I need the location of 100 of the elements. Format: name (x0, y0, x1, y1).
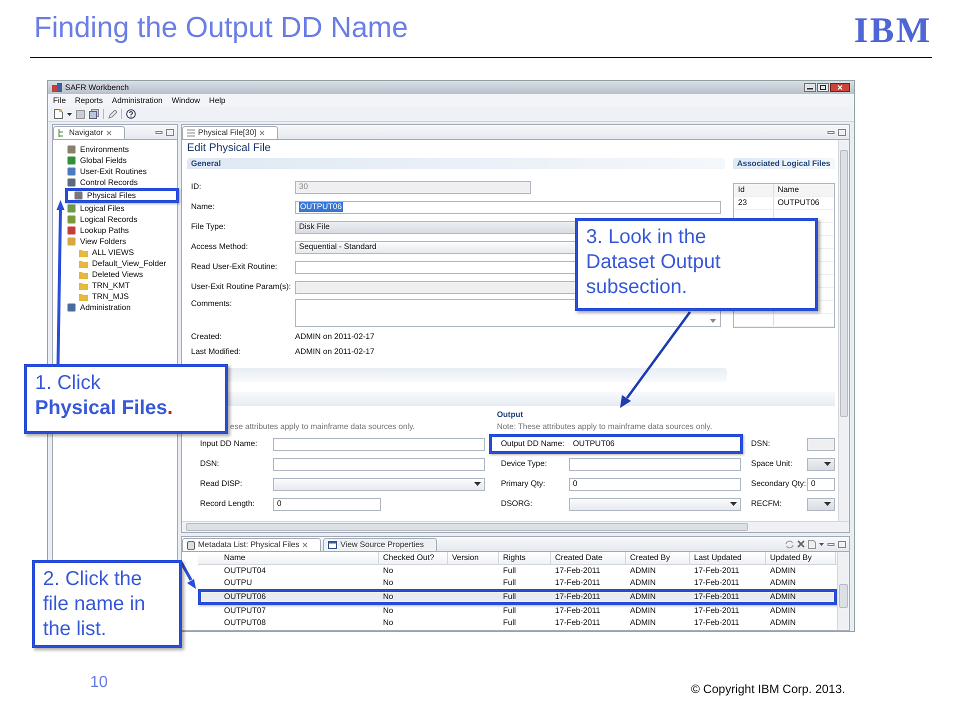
field-label: Device Type: (500, 459, 548, 469)
panel-tab[interactable]: Metadata List: Physical Files (182, 538, 322, 551)
table-row[interactable]: OUTPU No Full 17-Feb-2011 ADMIN 17-Feb-2011 ADMIN (198, 577, 837, 589)
column-header[interactable]: Id (734, 184, 774, 196)
database-icon (187, 540, 195, 550)
sync-icon[interactable] (785, 540, 794, 548)
new-file-icon[interactable] (54, 109, 63, 119)
maximize-icon[interactable] (817, 83, 829, 92)
input-field[interactable]: 0 (273, 498, 381, 510)
menu-item[interactable]: Help (209, 96, 226, 106)
callout-arrow (180, 561, 196, 589)
column-header[interactable]: Name (774, 184, 834, 196)
table-cell: 23 (734, 197, 774, 209)
field-label: Last Modified: (190, 346, 242, 356)
menu-item[interactable]: Administration (112, 96, 163, 106)
field-label: Read User-Exit Routine: (190, 262, 278, 272)
tree-icon (58, 129, 66, 137)
field-label: Name: (190, 202, 216, 212)
field-label: Access Method: (190, 242, 249, 252)
tree-item[interactable]: View Folders (67, 236, 181, 247)
field-label: Comments: (190, 299, 233, 309)
window-title: SAFR Workbench (65, 82, 129, 92)
field-label: File Type: (190, 222, 227, 232)
page-number: 10 (90, 674, 108, 692)
item-icon (67, 303, 76, 312)
column-header[interactable]: Version (448, 552, 499, 564)
field-label: User-Exit Routine Param(s): (190, 282, 292, 292)
section-header: General (187, 158, 725, 169)
callout-tooltip: 2. Click the file name in the list. (32, 560, 182, 648)
tree-item[interactable]: Administration (67, 302, 181, 313)
editor-tab[interactable]: Physical File[30] (182, 126, 278, 139)
tree-item[interactable]: Control Records (67, 177, 181, 188)
column-header[interactable]: Checked Out? (379, 552, 448, 564)
logo: IBM (854, 12, 932, 48)
dropdown-arrow-icon (824, 462, 831, 466)
input-field[interactable]: OUTPUT06 (295, 200, 721, 214)
column-header[interactable]: Name (220, 552, 379, 564)
scrollbar[interactable] (838, 140, 849, 521)
field-value: ADMIN on 2011-02-17 (295, 332, 374, 342)
dropdown-arrow-icon (474, 482, 481, 486)
field-label: Primary Qty: (500, 479, 546, 489)
column-header[interactable]: Rights (499, 552, 551, 564)
tree-item[interactable]: User-Exit Routines (67, 166, 181, 177)
field-value: ADMIN on 2011-02-17 (295, 346, 374, 356)
field-label: ID: (190, 182, 202, 192)
help-icon[interactable] (126, 109, 136, 119)
minimize-icon[interactable] (804, 83, 816, 92)
delete-icon[interactable] (797, 540, 805, 548)
field-label: Space Unit: (750, 459, 794, 469)
tree-item[interactable]: Logical Records (67, 214, 181, 225)
save-icon[interactable] (76, 110, 85, 118)
field-label: RECFM: (750, 499, 783, 509)
field-label: DSORG: (500, 499, 534, 509)
scroll-down-icon (710, 319, 716, 323)
save-all-icon[interactable] (89, 109, 99, 119)
tree-item[interactable]: Default_View_Folder (67, 258, 181, 269)
input-field[interactable] (273, 438, 485, 450)
copyright-text: © Copyright IBM Corp. 2013. (691, 682, 846, 696)
tree-item[interactable]: Lookup Paths (67, 225, 181, 236)
tree-item[interactable]: TRN_MJS (67, 291, 181, 302)
close-icon[interactable] (830, 83, 850, 92)
table-row[interactable]: OUTPUT08 No Full 17-Feb-2011 ADMIN 17-Feb-2011 ADMIN (198, 617, 837, 629)
column-header[interactable]: Created Date (551, 552, 626, 564)
tree-item[interactable]: TRN_KMT (67, 280, 181, 291)
table-row[interactable]: OUTPUT04 No Full 17-Feb-2011 ADMIN 17-Feb-2011 ADMIN (198, 565, 837, 577)
input-field[interactable] (568, 458, 741, 470)
menu-item[interactable]: File (53, 96, 66, 106)
table-row[interactable]: OUTPUT06 No Full 17-Feb-2011 ADMIN 17-Feb-2011 ADMIN (198, 589, 837, 605)
table-cell-text: OUTPUT06 (776, 197, 820, 209)
tree-item[interactable]: Global Fields (67, 155, 181, 166)
field-label: Secondary Qty: (750, 479, 807, 489)
section-note: Note: These attributes apply to mainframe data sources only. (496, 421, 714, 434)
scrollbar[interactable] (837, 552, 849, 630)
panel-tab[interactable]: Navigator (53, 126, 126, 139)
input-field[interactable]: 0 (807, 478, 835, 490)
dropdown-arrow-icon (730, 502, 737, 506)
input-field[interactable]: 0 (568, 478, 741, 490)
column-header[interactable]: Updated By (766, 552, 836, 564)
tree-item[interactable]: Physical Files (65, 188, 179, 203)
column-header[interactable]: Last Updated (690, 552, 766, 564)
panel-tab[interactable]: View Source Properties (323, 538, 437, 551)
menu-item[interactable]: Window (172, 96, 200, 106)
callout-tooltip: 1. Click Physical Files. (24, 364, 228, 434)
scrollbar[interactable] (182, 521, 849, 532)
input-field[interactable]: OUTPUT06 (568, 438, 737, 450)
column-header[interactable]: Created By (626, 552, 690, 564)
input-field[interactable] (273, 458, 485, 470)
callout-tooltip: 3. Look in the Dataset Output subsection. (575, 218, 818, 311)
tree-item[interactable]: Environments (67, 144, 181, 155)
tree-item[interactable]: Deleted Views (67, 269, 181, 280)
slide-title: Finding the Output DD Name (34, 12, 408, 45)
pencil-icon[interactable] (108, 110, 117, 118)
caret-icon[interactable] (819, 542, 824, 546)
table-row[interactable]: OUTPUT07 No Full 17-Feb-2011 ADMIN 17-Feb-2011 ADMIN (198, 605, 837, 617)
tree-item[interactable]: ALL VIEWS (67, 247, 181, 258)
tree-item[interactable]: Logical Files (67, 203, 181, 214)
field-label: DSN: (199, 459, 220, 469)
caret-icon[interactable] (67, 112, 72, 116)
section-header: Associated Logical Files (733, 158, 835, 169)
menu-item[interactable]: Reports (74, 96, 103, 106)
